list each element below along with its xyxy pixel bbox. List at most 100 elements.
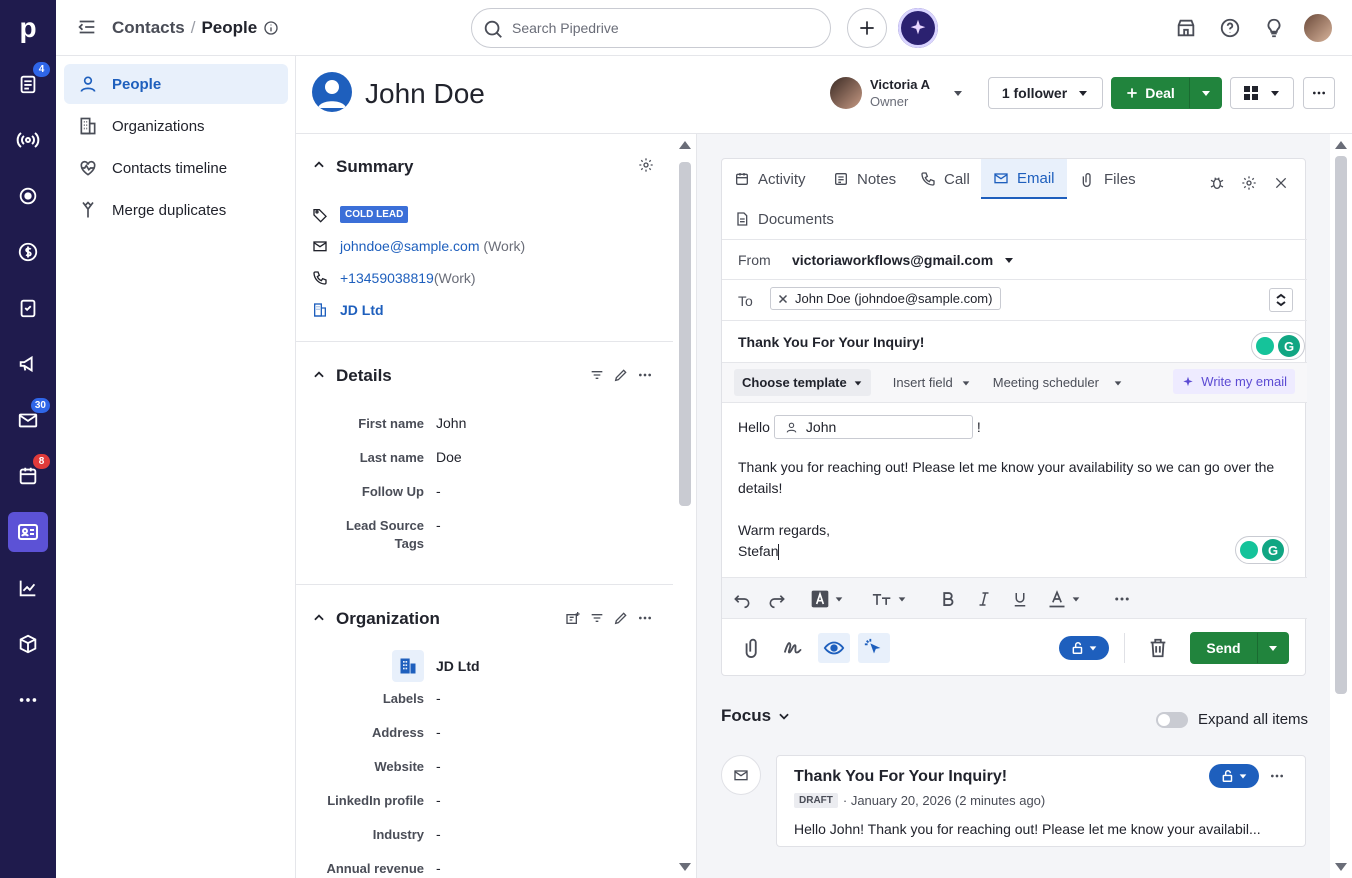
rail-target[interactable] xyxy=(8,176,48,216)
rail-campaigns[interactable] xyxy=(8,344,48,384)
deal-options-button[interactable] xyxy=(1189,77,1222,109)
font-size-button[interactable] xyxy=(869,587,909,611)
field-value[interactable]: - xyxy=(436,517,441,533)
redo-button[interactable] xyxy=(765,587,789,611)
tab-documents[interactable]: Documents xyxy=(722,199,846,239)
person-name[interactable]: John Doe xyxy=(365,78,485,110)
pipedrive-logo[interactable]: p xyxy=(0,0,56,56)
scroll-up-icon[interactable] xyxy=(678,140,692,150)
email-visibility-button[interactable] xyxy=(1059,636,1109,660)
italic-button[interactable] xyxy=(972,587,996,611)
scroll-down-icon[interactable] xyxy=(1334,862,1348,872)
grammarly-widget[interactable]: G xyxy=(1235,536,1289,564)
field-value[interactable]: - xyxy=(436,860,441,876)
bug-icon[interactable] xyxy=(1209,175,1225,191)
view-layout-button[interactable] xyxy=(1230,77,1294,109)
rail-products[interactable] xyxy=(8,624,48,664)
tab-call[interactable]: Call xyxy=(908,159,982,199)
phone-link[interactable]: +13459038819 xyxy=(340,270,434,286)
draft-subject[interactable]: Thank You For Your Inquiry! xyxy=(794,768,1007,786)
gear-icon[interactable] xyxy=(638,157,654,173)
link-org-icon[interactable] xyxy=(565,610,581,626)
expand-all-switch[interactable] xyxy=(1156,711,1188,728)
details-scrollbar-thumb[interactable] xyxy=(679,162,691,506)
cold-lead-label[interactable]: COLD LEAD xyxy=(340,206,409,223)
tab-files[interactable]: Files xyxy=(1068,159,1148,199)
ellipsis-icon[interactable] xyxy=(1269,768,1285,784)
owner-selector[interactable]: Victoria A Owner xyxy=(830,76,964,110)
details-scroll-track[interactable] xyxy=(673,134,697,878)
field-value[interactable]: - xyxy=(436,690,441,706)
write-my-email-button[interactable]: Write my email xyxy=(1173,369,1295,394)
collapse-sidebar-button[interactable] xyxy=(76,16,98,38)
sidenav-item-organizations[interactable]: Organizations xyxy=(64,106,288,146)
tab-activity[interactable]: Activity xyxy=(722,159,818,199)
field-value[interactable]: - xyxy=(436,724,441,740)
meeting-scheduler-dropdown[interactable]: Meeting scheduler xyxy=(993,375,1123,390)
search-input[interactable]: Search Pipedrive xyxy=(471,8,831,48)
help-button[interactable] xyxy=(1210,8,1250,48)
signature-button[interactable] xyxy=(782,636,804,658)
chevron-up-icon[interactable] xyxy=(312,611,326,625)
track-opens-toggle[interactable] xyxy=(818,633,850,663)
sidenav-item-people[interactable]: People xyxy=(64,64,288,104)
ellipsis-icon[interactable] xyxy=(637,367,653,383)
focus-header[interactable]: Focus xyxy=(721,706,791,726)
recipient-chip[interactable]: John Doe (johndoe@sample.com) xyxy=(770,287,1002,310)
rail-mail[interactable]: 30 xyxy=(8,398,50,440)
pencil-icon[interactable] xyxy=(613,610,629,626)
subject-row[interactable]: Thank You For Your Inquiry! G xyxy=(722,321,1307,363)
highlight-button[interactable] xyxy=(807,587,847,611)
rail-calendar[interactable]: 8 xyxy=(8,454,50,496)
send-options-button[interactable] xyxy=(1257,632,1289,664)
undo-button[interactable] xyxy=(730,587,754,611)
text-color-button[interactable] xyxy=(1044,587,1084,611)
bold-button[interactable] xyxy=(936,587,960,611)
add-deal-button[interactable]: Deal xyxy=(1111,77,1189,109)
underline-button[interactable] xyxy=(1008,587,1032,611)
from-selector[interactable]: victoriaworkflows@gmail.com xyxy=(792,252,1015,268)
draft-visibility-button[interactable] xyxy=(1209,764,1259,788)
field-value[interactable]: John xyxy=(436,415,466,431)
email-body-editor[interactable]: Hello John ! Thank you for reaching out!… xyxy=(738,415,1293,562)
rail-tasks[interactable] xyxy=(8,288,48,328)
rail-leads[interactable]: 4 xyxy=(8,62,50,104)
field-value[interactable]: Doe xyxy=(436,449,462,465)
scroll-up-icon[interactable] xyxy=(1334,140,1348,150)
tab-notes[interactable]: Notes xyxy=(821,159,908,199)
rail-broadcast[interactable] xyxy=(8,120,48,160)
rail-contacts[interactable] xyxy=(8,512,48,552)
cc-bcc-toggle[interactable] xyxy=(1269,288,1293,312)
field-value[interactable]: - xyxy=(436,483,441,499)
quick-add-button[interactable] xyxy=(847,8,887,48)
insert-field-dropdown[interactable]: Insert field xyxy=(893,375,971,390)
field-value[interactable]: - xyxy=(436,758,441,774)
expand-all-toggle[interactable]: Expand all items xyxy=(1156,711,1308,728)
pencil-icon[interactable] xyxy=(613,367,629,383)
org-link[interactable]: JD Ltd xyxy=(340,302,384,318)
ai-assistant-button[interactable] xyxy=(898,8,938,48)
remove-recipient-icon[interactable] xyxy=(777,293,789,305)
chevron-up-icon[interactable] xyxy=(312,368,326,382)
draft-email-card[interactable]: Thank You For Your Inquiry! DRAFT · Janu… xyxy=(776,755,1306,847)
sidenav-item-contacts-timeline[interactable]: Contacts timeline xyxy=(64,148,288,188)
marketplace-button[interactable] xyxy=(1166,8,1206,48)
close-icon[interactable] xyxy=(1273,175,1289,191)
more-formatting-button[interactable] xyxy=(1110,587,1134,611)
follower-button[interactable]: 1 follower xyxy=(988,77,1103,109)
org-name-link[interactable]: JD Ltd xyxy=(436,658,480,674)
discard-button[interactable] xyxy=(1147,637,1169,659)
tips-button[interactable] xyxy=(1254,8,1294,48)
grammarly-widget[interactable]: G xyxy=(1251,332,1305,360)
field-value[interactable]: - xyxy=(436,826,441,842)
gear-icon[interactable] xyxy=(1241,175,1257,191)
rail-insights[interactable] xyxy=(8,568,48,608)
merge-field-chip[interactable]: John xyxy=(773,415,973,439)
filter-icon[interactable] xyxy=(589,610,605,626)
more-actions-button[interactable] xyxy=(1303,77,1335,109)
send-button[interactable]: Send xyxy=(1190,632,1257,664)
attach-button[interactable] xyxy=(742,636,764,658)
breadcrumb-contacts[interactable]: Contacts xyxy=(112,18,185,38)
field-value[interactable]: - xyxy=(436,792,441,808)
tab-email[interactable]: Email xyxy=(981,159,1067,199)
